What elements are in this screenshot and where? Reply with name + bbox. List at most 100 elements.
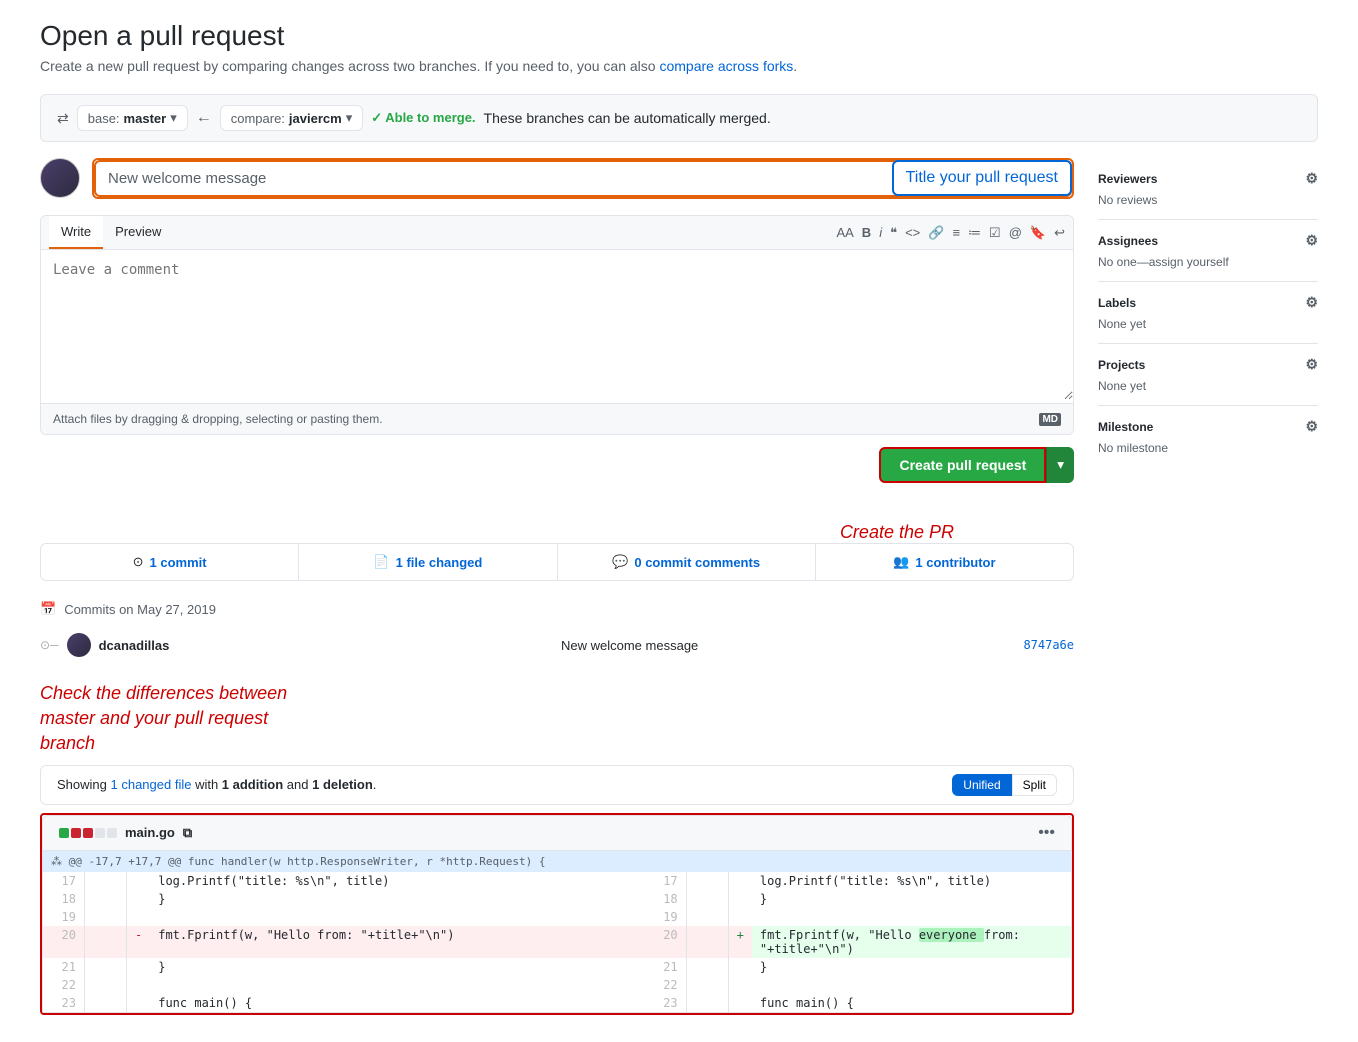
contributors-link[interactable]: 1 contributor [915, 555, 995, 570]
pr-form: Title your pull request Write Preview AA… [40, 158, 1074, 1015]
create-pr-dropdown[interactable]: ▾ [1046, 447, 1074, 483]
reply-icon[interactable]: ↩ [1054, 225, 1065, 241]
branch-bar: ⇄ base: master ▾ ← compare: javiercm ▾ ✓… [40, 94, 1318, 142]
submit-row: Create pull request ▾ Create the PR [40, 447, 1074, 483]
commits-link[interactable]: 1 commit [150, 555, 207, 570]
commits-section: 📅 Commits on May 27, 2019 ⊙─ dcanadillas… [40, 601, 1074, 665]
commits-stat[interactable]: ⊙ 1 commit [41, 544, 299, 580]
diff-filename: main.go ⧉ [59, 825, 192, 841]
contributors-stat[interactable]: 👥 1 contributor [816, 544, 1073, 580]
diff-line-17: 17 log.Printf("title: %s\n", title) 17 l… [43, 872, 1072, 890]
comment-textarea[interactable] [41, 250, 1073, 400]
diff-table-wrapper: main.go ⧉ ••• [40, 813, 1074, 1015]
split-button[interactable]: Split [1012, 774, 1057, 796]
bold-icon[interactable]: B [862, 225, 871, 240]
editor-area: Write Preview AA B i ❝ <> 🔗 ≡ ≔ ☑ @ 🔖 [40, 215, 1074, 435]
comments-link[interactable]: 0 commit comments [634, 555, 760, 570]
task-list-icon[interactable]: ☑ [989, 225, 1001, 241]
form-fields: Title your pull request [92, 158, 1074, 203]
commits-date: 📅 Commits on May 27, 2019 [40, 601, 1074, 617]
labels-gear-icon[interactable]: ⚙ [1305, 294, 1318, 311]
commit-message: New welcome message [561, 638, 1015, 653]
milestone-gear-icon[interactable]: ⚙ [1305, 418, 1318, 435]
stats-bar: ⊙ 1 commit 📄 1 file changed 💬 0 commit c… [40, 543, 1074, 581]
chevron-down-icon: ▾ [346, 110, 353, 126]
neutral-bar1 [95, 828, 105, 838]
compare-branch-select[interactable]: compare: javiercm ▾ [220, 105, 364, 131]
projects-gear-icon[interactable]: ⚙ [1305, 356, 1318, 373]
mention-icon[interactable]: @ [1009, 225, 1022, 240]
milestone-value: No milestone [1098, 441, 1318, 455]
reviewers-heading: Reviewers ⚙ [1098, 170, 1318, 187]
diff-filename-text: main.go [125, 825, 175, 840]
commit-sha[interactable]: 8747a6e [1023, 638, 1074, 652]
check-diff-annotation: Check the differences betweenmaster and … [40, 681, 1074, 757]
attach-text: Attach files by dragging & dropping, sel… [53, 412, 383, 426]
commit-author-avatar [67, 633, 91, 657]
base-branch-select[interactable]: base: master ▾ [77, 105, 188, 131]
files-link[interactable]: 1 file changed [396, 555, 483, 570]
unified-button[interactable]: Unified [952, 774, 1011, 796]
preview-tab[interactable]: Preview [103, 216, 173, 249]
showing-bar: Showing 1 changed file with 1 addition a… [40, 765, 1074, 805]
reviewers-section: Reviewers ⚙ No reviews [1098, 158, 1318, 220]
page-subtitle: Create a new pull request by comparing c… [40, 58, 1318, 74]
projects-heading: Projects ⚙ [1098, 356, 1318, 373]
sidebar: Reviewers ⚙ No reviews Assignees ⚙ No on… [1098, 158, 1318, 1015]
pr-title-input[interactable] [94, 160, 1072, 197]
diff-line-23: 23 func main() { 23 func main() { [43, 994, 1072, 1013]
heading-icon[interactable]: AA [836, 225, 853, 240]
create-pr-button[interactable]: Create pull request [879, 447, 1046, 483]
reviewers-gear-icon[interactable]: ⚙ [1305, 170, 1318, 187]
bullets-icon[interactable]: ≡ [952, 225, 960, 240]
merge-status: ✓ Able to merge. [371, 110, 475, 126]
files-stat[interactable]: 📄 1 file changed [299, 544, 557, 580]
create-pr-annotation: Create the PR [840, 522, 954, 543]
commit-author: dcanadillas [99, 638, 553, 653]
projects-label: Projects [1098, 358, 1145, 372]
italic-icon[interactable]: i [879, 225, 882, 240]
editor-tabs: Write Preview AA B i ❝ <> 🔗 ≡ ≔ ☑ @ 🔖 [41, 216, 1073, 250]
diff-table: ⁂ @@ -17,7 +17,7 @@ func handler(w http.… [42, 851, 1072, 1013]
del-bar2 [83, 828, 93, 838]
base-branch-name: master [124, 111, 167, 126]
milestone-section: Milestone ⚙ No milestone [1098, 406, 1318, 467]
branch-icon: ⊙─ [40, 638, 59, 652]
numbered-list-icon[interactable]: ≔ [968, 225, 981, 241]
diff-stat-bars [59, 828, 117, 838]
assignees-heading: Assignees ⚙ [1098, 232, 1318, 249]
more-options-icon[interactable]: ••• [1038, 824, 1055, 842]
commits-date-label: Commits on May 27, 2019 [64, 602, 216, 617]
projects-value: None yet [1098, 379, 1318, 393]
attach-area: Attach files by dragging & dropping, sel… [41, 403, 1073, 434]
labels-value: None yet [1098, 317, 1318, 331]
assignees-gear-icon[interactable]: ⚙ [1305, 232, 1318, 249]
hunk-right [644, 851, 1071, 872]
labels-section: Labels ⚙ None yet [1098, 282, 1318, 344]
chevron-down-icon: ▾ [170, 110, 177, 126]
merge-message: These branches can be automatically merg… [484, 110, 771, 126]
hunk-icon: ⁂ [51, 855, 62, 868]
diff-line-21: 21 } 21 } [43, 958, 1072, 976]
commit-row: ⊙─ dcanadillas New welcome message 8747a… [40, 625, 1074, 665]
diff-line-18: 18 } 18 } [43, 890, 1072, 908]
write-tab[interactable]: Write [49, 216, 103, 249]
diff-line-19: 19 19 [43, 908, 1072, 926]
compare-forks-link[interactable]: compare across forks [659, 58, 793, 74]
neutral-bar2 [107, 828, 117, 838]
comments-stat[interactable]: 💬 0 commit comments [558, 544, 816, 580]
quote-icon[interactable]: ❝ [890, 225, 897, 241]
labels-label: Labels [1098, 296, 1136, 310]
link-icon[interactable]: 🔗 [928, 225, 944, 241]
comments-icon: 💬 [612, 554, 628, 570]
changed-file-link[interactable]: 1 changed file [111, 777, 192, 792]
commits-icon: ⊙ [133, 554, 144, 570]
code-icon[interactable]: <> [905, 225, 920, 240]
arrow-right-icon: ← [196, 109, 212, 127]
reference-icon[interactable]: 🔖 [1030, 225, 1046, 241]
milestone-label: Milestone [1098, 420, 1153, 434]
assignees-label: Assignees [1098, 234, 1158, 248]
copy-icon[interactable]: ⧉ [183, 825, 192, 841]
diff-hunk-header: ⁂ @@ -17,7 +17,7 @@ func handler(w http.… [43, 851, 1072, 872]
del-bar1 [71, 828, 81, 838]
